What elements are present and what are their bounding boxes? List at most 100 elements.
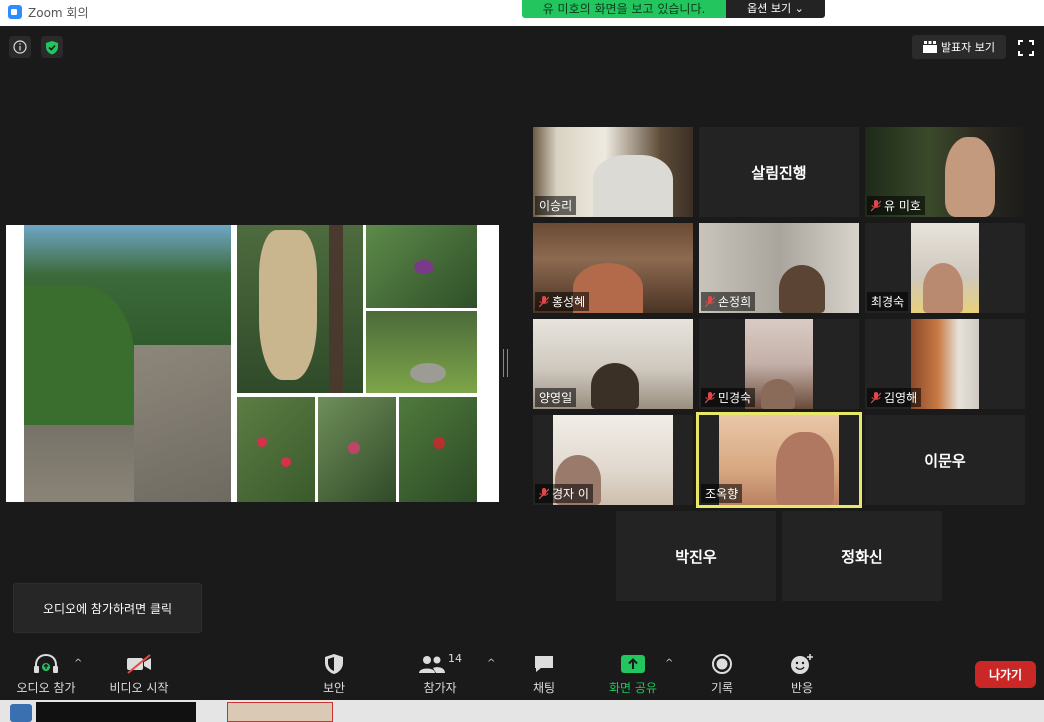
video-tile[interactable]: 양영일: [533, 319, 693, 409]
video-tile[interactable]: 정화신: [782, 511, 942, 601]
os-taskbar: [0, 700, 1044, 722]
participant-silhouette: [761, 379, 795, 409]
meeting-info-icon[interactable]: [9, 36, 31, 58]
view-options-label: 옵션 보기: [747, 2, 792, 15]
participant-name: 유 미호: [884, 199, 921, 213]
view-options-button[interactable]: 옵션 보기 ⌄: [726, 0, 825, 18]
participant-nameplate: 김영해: [867, 388, 922, 407]
start-video-label: 비디오 시작: [109, 681, 169, 695]
video-tile[interactable]: 김영해: [865, 319, 1025, 409]
chat-label: 채팅: [532, 681, 556, 695]
participant-name: 정화신: [841, 547, 883, 566]
mic-muted-icon: [539, 487, 549, 499]
speaker-view-label: 발표자 보기: [940, 41, 996, 54]
taskbar-app-icon[interactable]: [10, 704, 32, 722]
video-tile-active-speaker[interactable]: 조옥향: [696, 412, 862, 508]
speaker-view-icon: [922, 41, 937, 53]
share-screen-button[interactable]: 화면 공유: [600, 652, 666, 698]
video-tile[interactable]: 최경숙: [865, 223, 1025, 313]
participant-name: 홍성혜: [552, 295, 586, 309]
video-tile[interactable]: 이문우: [865, 415, 1025, 505]
participant-silhouette: [593, 155, 673, 217]
mic-muted-icon: [705, 295, 715, 307]
participant-name: 최경숙: [871, 295, 905, 309]
participant-name: 손정희: [718, 295, 752, 309]
zoom-app-icon: [8, 5, 22, 19]
leave-meeting-button[interactable]: 나가기: [975, 661, 1036, 688]
taskbar-window-thumbnail[interactable]: [227, 702, 333, 722]
headphones-icon: [34, 653, 58, 673]
video-tile[interactable]: 박진우: [616, 511, 776, 601]
photo-berries-2: [318, 397, 396, 502]
shield-icon: [325, 654, 343, 674]
viewing-screen-banner: 유 미호의 화면을 보고 있습니다.: [522, 0, 726, 18]
photo-pine-garden: [366, 311, 477, 393]
participant-nameplate: 이승리: [535, 196, 577, 215]
participant-name: 민경숙: [718, 391, 752, 405]
participant-silhouette: [779, 265, 825, 313]
participant-nameplate: 유 미호: [867, 196, 925, 215]
audio-options-chevron-up-icon[interactable]: ^: [74, 658, 82, 669]
participants-icon: [419, 656, 445, 673]
join-audio-button[interactable]: 오디오 참가: [10, 652, 82, 698]
chat-button[interactable]: 채팅: [520, 652, 568, 698]
start-video-button[interactable]: 비디오 시작: [104, 652, 174, 698]
mic-muted-icon: [539, 295, 549, 307]
video-tile[interactable]: 유 미호: [865, 127, 1025, 217]
security-button[interactable]: 보안: [310, 652, 358, 698]
photo-berries-1: [366, 225, 477, 308]
join-audio-label: 오디오 참가: [16, 681, 76, 695]
participant-silhouette: [591, 363, 639, 409]
participant-silhouette: [945, 137, 995, 217]
record-button[interactable]: 기록: [700, 652, 744, 698]
reactions-button[interactable]: 반응: [780, 652, 824, 698]
share-screen-icon: [621, 655, 645, 673]
photo-red-flowers: [237, 397, 315, 502]
participant-name: 이승리: [539, 199, 573, 213]
video-tile[interactable]: 손정희: [699, 223, 859, 313]
participant-nameplate: 조옥향: [701, 484, 743, 503]
participant-name: 살림진행: [751, 163, 807, 182]
participants-count: 14: [448, 652, 462, 665]
speaker-view-button[interactable]: 발표자 보기: [912, 35, 1006, 59]
participants-options-chevron-up-icon[interactable]: ^: [487, 658, 495, 669]
meeting-toolbar: 오디오 참가 ^ 비디오 시작 보안 14 참가자 ^ 채팅 화면 공유 ^ 기…: [0, 640, 1044, 700]
photo-forest-path: [24, 225, 231, 502]
participant-name: 김영해: [884, 391, 918, 405]
security-label: 보안: [322, 681, 346, 695]
participants-label: 참가자: [423, 681, 457, 695]
chevron-down-icon: ⌄: [794, 2, 804, 15]
photo-berries-3: [399, 397, 477, 502]
participant-nameplate: 양영일: [535, 388, 577, 407]
participant-name: 조옥향: [705, 487, 739, 501]
participants-button[interactable]: 14 참가자: [414, 652, 466, 698]
participant-nameplate: 최경숙: [867, 292, 909, 311]
video-tile[interactable]: 이승리: [533, 127, 693, 217]
participant-name: 경자 이: [552, 487, 589, 501]
record-label: 기록: [710, 681, 734, 695]
window-title: Zoom 회의: [28, 6, 89, 20]
participant-name: 양영일: [539, 391, 573, 405]
shared-screen: [6, 225, 499, 502]
participant-silhouette: [923, 263, 963, 313]
split-view-handle[interactable]: [503, 349, 508, 377]
participant-name: 박진우: [675, 547, 717, 566]
emoji-icon: [791, 654, 813, 674]
participant-nameplate: 홍성혜: [535, 292, 590, 311]
video-off-icon: [127, 654, 151, 674]
share-screen-label: 화면 공유: [609, 681, 657, 695]
video-feed: [911, 319, 979, 409]
video-tile[interactable]: 살림진행: [699, 127, 859, 217]
taskbar-window-thumbnail[interactable]: [36, 702, 196, 722]
fullscreen-icon[interactable]: [1017, 39, 1035, 57]
video-tile[interactable]: 민경숙: [699, 319, 859, 409]
photo-tree-sign: [237, 225, 363, 393]
video-tile[interactable]: 경자 이: [533, 415, 693, 505]
mic-muted-icon: [871, 391, 881, 403]
participant-name: 이문우: [924, 451, 966, 470]
video-tile[interactable]: 홍성혜: [533, 223, 693, 313]
chat-icon: [535, 656, 553, 672]
encryption-shield-icon[interactable]: [41, 36, 63, 58]
share-options-chevron-up-icon[interactable]: ^: [665, 658, 673, 669]
mic-muted-icon: [705, 391, 715, 403]
